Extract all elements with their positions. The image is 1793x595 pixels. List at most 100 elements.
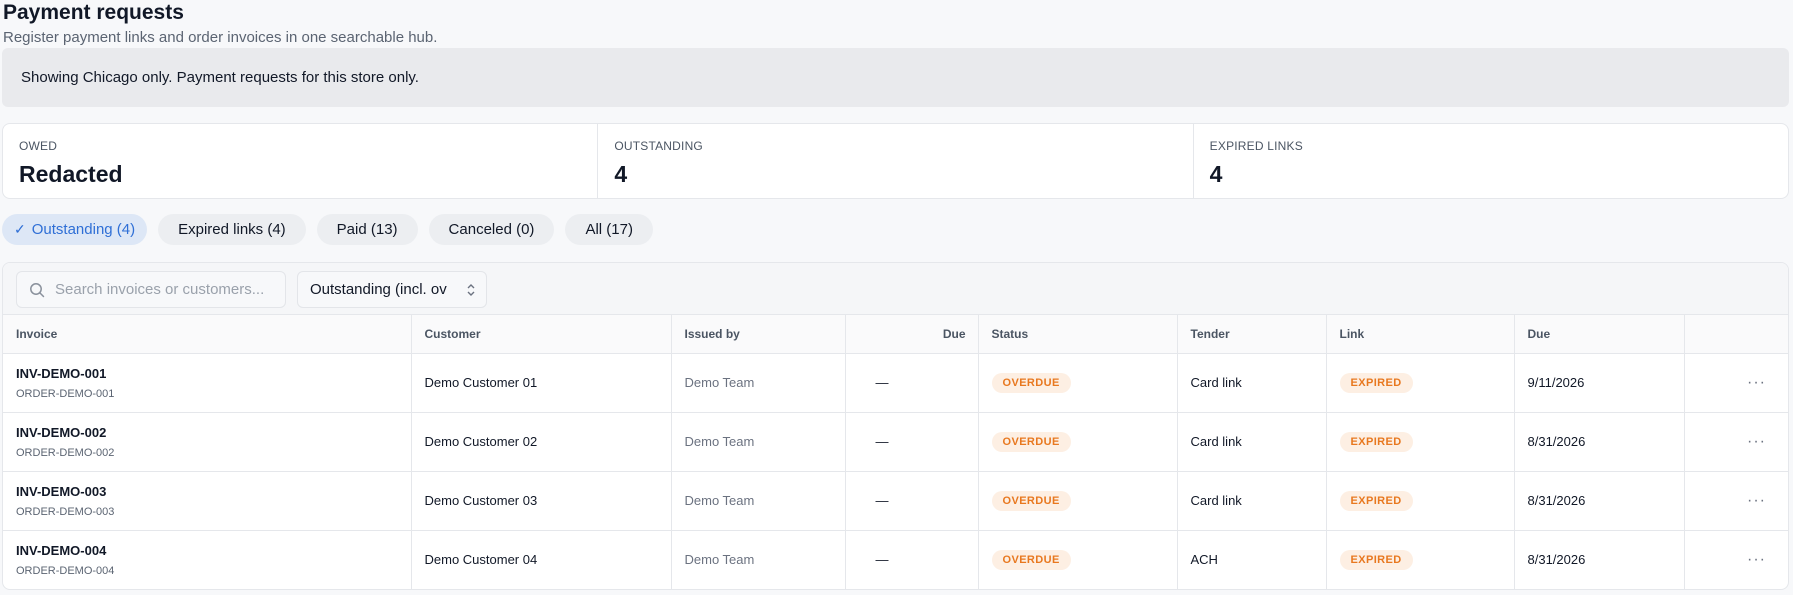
invoice-cell: INV-DEMO-001 ORDER-DEMO-001 [3,353,412,413]
column-header-link[interactable]: Link [1326,315,1515,354]
table-row[interactable]: INV-DEMO-004 ORDER-DEMO-004 Demo Custome… [3,530,1788,589]
tab-label: Paid (13) [336,221,398,238]
tab-label: All (17) [585,221,633,238]
check-icon: ✓ [14,221,26,237]
page-subtitle: Register payment links and order invoice… [3,29,438,46]
issued-by-cell: Demo Team [671,530,846,589]
link-status-badge: EXPIRED [1339,431,1413,452]
invoice-id[interactable]: INV-DEMO-001 [16,366,411,381]
customer-cell: Demo Customer 02 [411,412,672,472]
more-horizontal-icon[interactable]: ··· [1684,353,1788,413]
chevron-updown-icon [467,284,475,296]
search-icon [30,283,45,298]
table-header-row: Invoice Customer Issued by Due Status Te… [3,315,1788,354]
store-notice: Showing Chicago only. Payment requests f… [2,48,1789,107]
table-row[interactable]: INV-DEMO-002 ORDER-DEMO-002 Demo Custome… [3,412,1788,472]
due-date-cell: 8/31/2026 [1514,530,1685,589]
page-title: Payment requests [3,1,184,24]
stat-outstanding: OUTSTANDING 4 [598,124,1194,198]
order-id: ORDER-DEMO-003 [16,505,115,518]
invoices-table: Invoice Customer Issued by Due Status Te… [3,315,1788,589]
issued-by-cell: Demo Team [671,412,846,472]
due-amount-cell: — [845,353,979,413]
column-header-due-date[interactable]: Due [1514,315,1685,354]
link-status-badge: EXPIRED [1339,490,1413,511]
tender-cell: Card link [1177,353,1327,413]
invoice-cell: INV-DEMO-002 ORDER-DEMO-002 [3,412,412,472]
issued-by-cell: Demo Team [671,353,846,413]
stat-owed: OWED Redacted [3,124,599,198]
tab-all[interactable]: All (17) [565,214,653,245]
status-badge: OVERDUE [991,549,1071,570]
more-horizontal-icon[interactable]: ··· [1684,412,1788,472]
more-horizontal-icon[interactable]: ··· [1684,471,1788,531]
status-filter-value: Outstanding (incl. ov [310,281,447,298]
link-status-badge: EXPIRED [1339,549,1413,570]
status-filter-select[interactable]: Outstanding (incl. ov [297,271,487,308]
tab-label: Outstanding (4) [31,221,136,238]
column-header-issued-by[interactable]: Issued by [671,315,846,354]
tab-outstanding[interactable]: ✓ Outstanding (4) [2,214,148,245]
tab-expired-links[interactable]: Expired links (4) [158,214,306,245]
column-header-actions [1684,315,1788,354]
table-row[interactable]: INV-DEMO-003 ORDER-DEMO-003 Demo Custome… [3,471,1788,531]
due-amount-cell: — [845,530,979,589]
store-notice-text: Showing Chicago only. Payment requests f… [21,69,419,86]
order-id: ORDER-DEMO-004 [16,564,115,577]
order-id: ORDER-DEMO-001 [16,387,115,400]
search-box[interactable] [16,271,286,308]
status-badge: OVERDUE [991,372,1071,393]
invoices-table-card: Outstanding (incl. ov Invoice Customer I… [2,262,1789,590]
due-amount-cell: — [845,471,979,531]
due-amount-cell: — [845,412,979,472]
invoice-id[interactable]: INV-DEMO-002 [16,425,411,440]
stat-value: 4 [614,161,628,187]
status-cell: OVERDUE [978,412,1178,472]
more-horizontal-icon[interactable]: ··· [1684,530,1788,589]
tender-cell: ACH [1177,530,1327,589]
filter-tabs: ✓ Outstanding (4) Expired links (4) Paid… [2,214,653,245]
due-date-cell: 8/31/2026 [1514,471,1685,531]
search-input[interactable] [55,281,285,298]
status-cell: OVERDUE [978,353,1178,413]
issued-by-cell: Demo Team [671,471,846,531]
column-header-customer[interactable]: Customer [411,315,672,354]
tab-paid[interactable]: Paid (13) [316,214,418,245]
column-header-invoice[interactable]: Invoice [3,315,412,354]
tab-label: Canceled (0) [448,221,535,238]
table-toolbar: Outstanding (incl. ov [3,263,1788,315]
link-cell: EXPIRED [1326,471,1515,531]
stat-value: Redacted [19,161,123,187]
customer-cell: Demo Customer 04 [411,530,672,589]
status-cell: OVERDUE [978,530,1178,589]
table-row[interactable]: INV-DEMO-001 ORDER-DEMO-001 Demo Custome… [3,353,1788,413]
due-date-cell: 9/11/2026 [1514,353,1685,413]
stat-label: EXPIRED LINKS [1209,139,1303,153]
column-header-status[interactable]: Status [978,315,1178,354]
link-cell: EXPIRED [1326,353,1515,413]
order-id: ORDER-DEMO-002 [16,446,115,459]
invoice-cell: INV-DEMO-003 ORDER-DEMO-003 [3,471,412,531]
tab-label: Expired links (4) [178,221,286,238]
stat-expired-links: EXPIRED LINKS 4 [1194,124,1788,198]
stats-bar: OWED Redacted OUTSTANDING 4 EXPIRED LINK… [2,123,1789,199]
invoice-id[interactable]: INV-DEMO-003 [16,484,411,499]
stat-label: OUTSTANDING [614,139,703,153]
status-cell: OVERDUE [978,471,1178,531]
link-status-badge: EXPIRED [1339,372,1413,393]
column-header-tender[interactable]: Tender [1177,315,1327,354]
stat-value: 4 [1209,161,1223,187]
due-date-cell: 8/31/2026 [1514,412,1685,472]
column-header-due-amount[interactable]: Due [845,315,979,354]
status-badge: OVERDUE [991,431,1071,452]
link-cell: EXPIRED [1326,412,1515,472]
invoice-id[interactable]: INV-DEMO-004 [16,543,411,558]
tender-cell: Card link [1177,412,1327,472]
tab-canceled[interactable]: Canceled (0) [428,214,555,245]
stat-label: OWED [19,139,58,153]
invoice-cell: INV-DEMO-004 ORDER-DEMO-004 [3,530,412,589]
customer-cell: Demo Customer 01 [411,353,672,413]
tender-cell: Card link [1177,471,1327,531]
status-badge: OVERDUE [991,490,1071,511]
link-cell: EXPIRED [1326,530,1515,589]
